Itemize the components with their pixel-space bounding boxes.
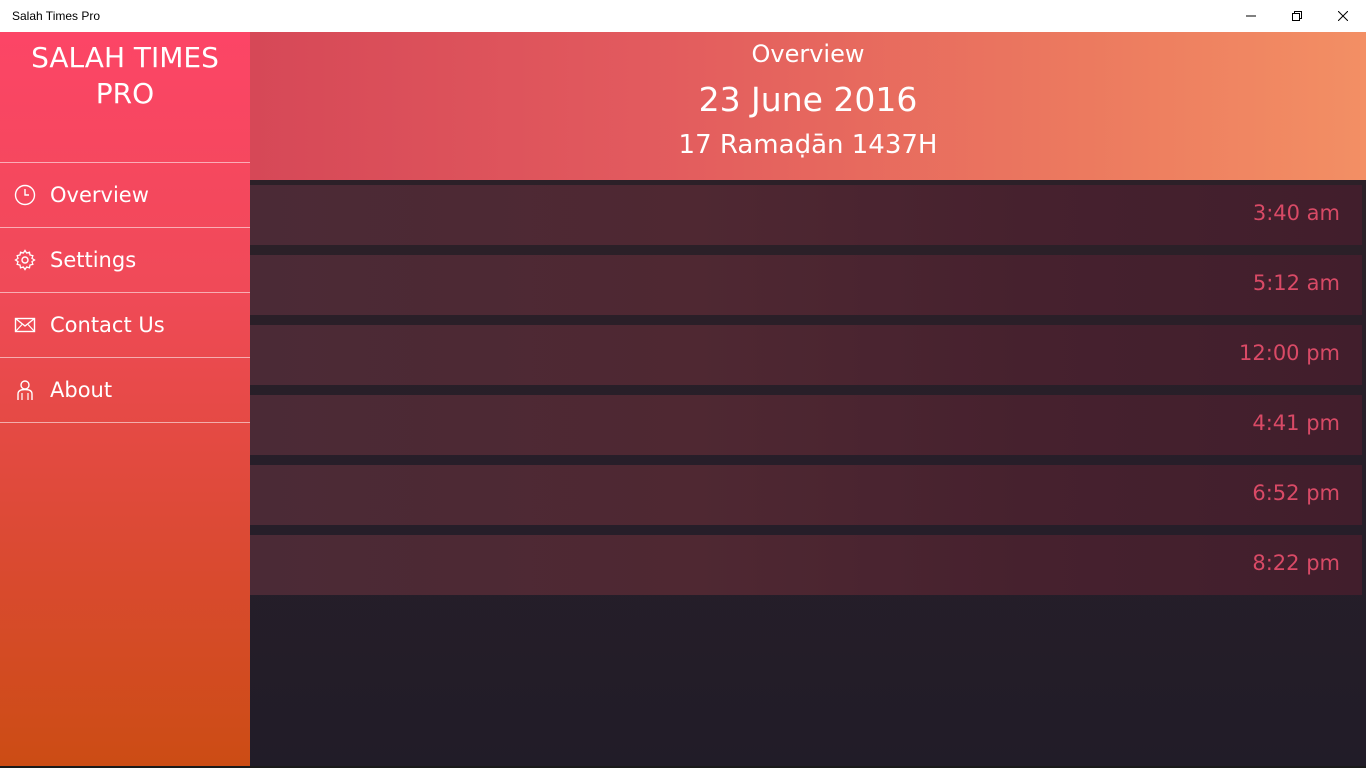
sidebar-item-label: Overview [50, 183, 149, 207]
brand-line-2: PRO [95, 77, 155, 110]
prayer-times-list: 3:40 am 5:12 am 12:00 pm 4:41 pm 6:52 pm… [250, 185, 1362, 605]
sidebar-item-overview[interactable]: Overview [0, 163, 250, 228]
clock-icon [13, 183, 37, 207]
restore-button[interactable] [1274, 0, 1320, 32]
sidebar-item-settings[interactable]: Settings [0, 228, 250, 293]
prayer-time: 8:22 pm [1252, 551, 1340, 575]
prayer-time: 4:41 pm [1252, 411, 1340, 435]
sidebar-nav: Overview Settings Contact Us About [0, 162, 250, 423]
app-brand: SALAH TIMES PRO [0, 40, 250, 112]
prayer-row[interactable]: 12:00 pm [250, 325, 1362, 385]
prayer-time: 12:00 pm [1239, 341, 1340, 365]
close-icon [1338, 11, 1348, 21]
prayer-row[interactable]: 8:22 pm [250, 535, 1362, 595]
prayer-time: 6:52 pm [1252, 481, 1340, 505]
prayer-row[interactable]: 4:41 pm [250, 395, 1362, 455]
prayer-time: 5:12 am [1252, 271, 1340, 295]
sidebar-item-contact-us[interactable]: Contact Us [0, 293, 250, 358]
brand-line-1: SALAH TIMES [31, 41, 219, 74]
minimize-button[interactable] [1228, 0, 1274, 32]
page-title: Overview [751, 40, 865, 68]
sidebar-item-label: Settings [50, 248, 137, 272]
hijri-date: 17 Ramaḍān 1437H [678, 130, 938, 160]
restore-icon [1292, 11, 1302, 21]
sidebar-item-label: About [50, 378, 113, 402]
sidebar-item-about[interactable]: About [0, 358, 250, 423]
prayer-row[interactable]: 3:40 am [250, 185, 1362, 245]
minimize-icon [1246, 15, 1256, 17]
title-bar: Salah Times Pro [0, 0, 1366, 32]
prayer-row[interactable]: 5:12 am [250, 255, 1362, 315]
person-icon [13, 378, 37, 402]
prayer-row[interactable]: 6:52 pm [250, 465, 1362, 525]
gear-icon [13, 248, 37, 272]
overview-header: Overview 23 June 2016 17 Ramaḍān 1437H [250, 32, 1366, 180]
window-title: Salah Times Pro [12, 9, 101, 23]
envelope-icon [13, 313, 37, 337]
sidebar-item-label: Contact Us [50, 313, 165, 337]
sidebar: SALAH TIMES PRO Overview Settings Contac… [0, 32, 250, 766]
prayer-time: 3:40 am [1252, 201, 1340, 225]
close-button[interactable] [1320, 0, 1366, 32]
gregorian-date: 23 June 2016 [698, 80, 918, 119]
